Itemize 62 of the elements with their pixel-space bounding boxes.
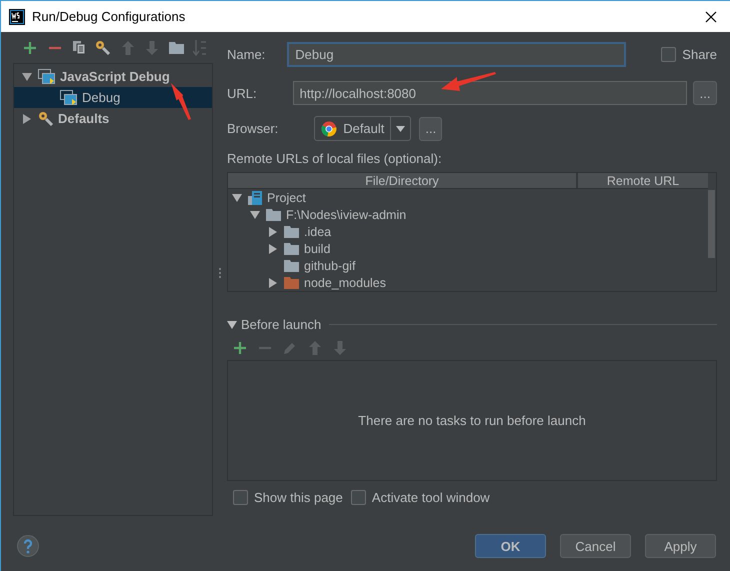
file-path: F:\Nodes\iview-admin: [286, 208, 406, 222]
folder-icon: [284, 242, 299, 254]
checkbox[interactable]: [233, 490, 248, 505]
section-title[interactable]: Before launch: [241, 317, 322, 332]
field-label: Browser:: [227, 121, 278, 136]
section-label: Remote URLs of local files (optional):: [227, 151, 443, 166]
checkbox[interactable]: [350, 490, 366, 505]
expand-arrow-icon[interactable]: [232, 194, 242, 202]
remove-icon[interactable]: [48, 46, 62, 50]
collapse-arrow-icon[interactable]: [269, 244, 277, 254]
help-icon[interactable]: [17, 535, 39, 557]
expand-arrow-icon[interactable]: [227, 320, 237, 328]
column-header[interactable]: Remote URL: [578, 173, 708, 188]
column-header[interactable]: File/Directory: [228, 173, 578, 188]
field-label: URL:: [227, 86, 257, 100]
collapse-arrow-icon[interactable]: [23, 114, 31, 124]
add-icon[interactable]: [23, 40, 38, 54]
expand-arrow-icon[interactable]: [250, 210, 260, 218]
dialog-button[interactable]: OK: [475, 534, 546, 558]
file-path: node_modules: [304, 276, 386, 290]
splitter-handle-icon[interactable]: [219, 268, 221, 280]
collapse-arrow-icon[interactable]: [269, 226, 277, 236]
close-icon[interactable]: [705, 10, 717, 22]
field-label: Name:: [227, 47, 266, 62]
dropdown-arrow-icon: [396, 126, 406, 132]
folder-icon: [284, 276, 299, 288]
checkbox-label[interactable]: Activate tool window: [372, 490, 490, 505]
window-title: Run/Debug Configurations: [32, 9, 186, 24]
app-logo-icon: [9, 8, 25, 24]
tree-item[interactable]: Debug: [14, 87, 212, 108]
folder-icon: [284, 226, 299, 238]
checkbox-label[interactable]: Show this page: [254, 490, 343, 505]
expand-arrow-icon[interactable]: [22, 72, 32, 80]
browser-icon: [321, 120, 338, 136]
configuration-icon: [60, 90, 78, 106]
file-path: .idea: [304, 224, 332, 238]
configuration-icon: [38, 68, 56, 84]
folder-icon: [284, 260, 299, 272]
folder-icon[interactable]: [168, 42, 184, 54]
browse-button[interactable]: ...: [693, 81, 717, 105]
dialog-button[interactable]: Apply: [645, 534, 716, 558]
tree-item[interactable]: Defaults: [14, 108, 212, 129]
file-path: build: [304, 242, 330, 256]
scrollbar[interactable]: [708, 190, 715, 258]
copy-icon[interactable]: [72, 40, 86, 55]
collapse-arrow-icon[interactable]: [269, 278, 277, 288]
checkbox[interactable]: [661, 47, 676, 62]
checkbox-label[interactable]: Share: [682, 47, 717, 62]
project-icon: [248, 190, 262, 204]
name-field[interactable]: Debug: [287, 42, 626, 67]
annotation-arrow: [171, 83, 191, 120]
add-icon[interactable]: [232, 341, 246, 355]
browse-button[interactable]: ...: [419, 116, 442, 140]
file-path: Project: [267, 190, 306, 204]
dialog-button[interactable]: Cancel: [560, 534, 631, 558]
file-path: github-gif: [304, 258, 356, 272]
url-field[interactable]: http://localhost:8080: [292, 81, 688, 105]
browser-dropdown[interactable]: Default: [314, 116, 412, 141]
folder-icon: [266, 208, 281, 220]
empty-message: There are no tasks to run before launch: [358, 413, 586, 428]
annotation-arrow: [441, 72, 496, 91]
tree-item[interactable]: JavaScript Debug: [14, 66, 212, 87]
